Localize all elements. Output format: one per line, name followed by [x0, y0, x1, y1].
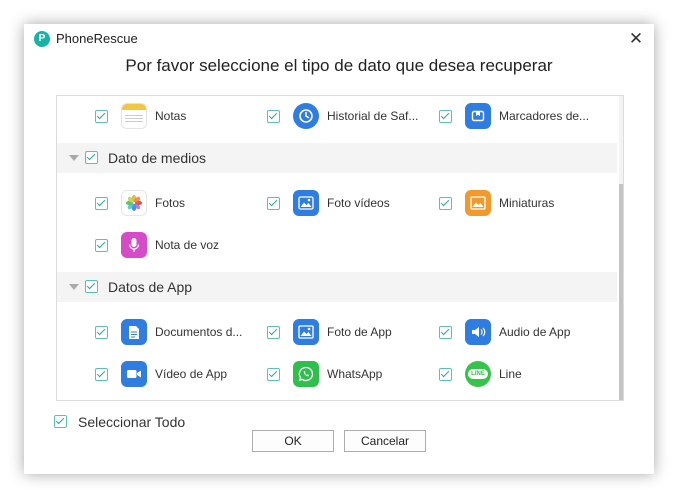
dialog-window: P PhoneRescue ✕ Por favor seleccione el …: [24, 24, 654, 474]
section-checkbox[interactable]: [85, 280, 98, 293]
item-audio-de-app[interactable]: Audio de App: [439, 314, 609, 350]
bookmarks-icon: [465, 103, 491, 129]
item-label: Vídeo de App: [155, 367, 228, 381]
phonerescue-logo-icon: P: [34, 31, 50, 47]
section-label: Datos de App: [108, 279, 193, 295]
item-fotos[interactable]: Fotos: [95, 185, 265, 221]
list-row: Vídeo de App WhatsApp LINE Line: [57, 356, 617, 392]
collapse-triangle-icon[interactable]: [69, 155, 79, 161]
marcadores-checkbox[interactable]: [439, 110, 452, 123]
item-notas[interactable]: Notas: [95, 98, 265, 134]
close-button[interactable]: ✕: [626, 29, 646, 49]
item-label: Notas: [155, 109, 187, 123]
whatsapp-checkbox[interactable]: [267, 368, 280, 381]
item-documentos[interactable]: Documentos d...: [95, 314, 265, 350]
foto-de-app-checkbox[interactable]: [267, 326, 280, 339]
data-type-list: Notas Historial de Saf... Marcadores de.…: [56, 95, 624, 401]
section-datos-de-app[interactable]: Datos de App: [57, 272, 617, 302]
item-label: Historial de Saf...: [327, 109, 419, 123]
item-label: Foto vídeos: [327, 196, 390, 210]
list-row: Fotos Foto vídeos Miniaturas: [57, 185, 617, 221]
historial-safari-checkbox[interactable]: [267, 110, 280, 123]
app-title: PhoneRescue: [56, 31, 138, 46]
video-de-app-checkbox[interactable]: [95, 368, 108, 381]
item-whatsapp[interactable]: WhatsApp: [267, 356, 437, 392]
list-row: Notas Historial de Saf... Marcadores de.…: [57, 98, 617, 134]
item-nota-de-voz[interactable]: Nota de voz: [95, 227, 265, 263]
nota-de-voz-checkbox[interactable]: [95, 239, 108, 252]
scrollbar-thumb[interactable]: [619, 184, 623, 400]
line-logo-text: LINE: [468, 369, 488, 379]
section-checkbox[interactable]: [85, 151, 98, 164]
line-icon: LINE: [465, 361, 491, 387]
cancel-button[interactable]: Cancelar: [344, 430, 426, 452]
item-label: Line: [499, 367, 522, 381]
list-row: Nota de voz: [57, 227, 617, 263]
notas-checkbox[interactable]: [95, 110, 108, 123]
select-all-checkbox[interactable]: [54, 415, 67, 428]
app-video-icon: [121, 361, 147, 387]
item-line[interactable]: LINE Line: [439, 356, 609, 392]
app-audio-icon: [465, 319, 491, 345]
item-label: Fotos: [155, 196, 186, 210]
documentos-checkbox[interactable]: [95, 326, 108, 339]
collapse-triangle-icon[interactable]: [69, 284, 79, 290]
section-label: Dato de medios: [108, 150, 207, 166]
item-foto-videos[interactable]: Foto vídeos: [267, 185, 437, 221]
audio-de-app-checkbox[interactable]: [439, 326, 452, 339]
item-historial-safari[interactable]: Historial de Saf...: [267, 98, 437, 134]
title-bar: P PhoneRescue ✕: [24, 24, 654, 54]
thumbnails-icon: [465, 190, 491, 216]
foto-videos-checkbox[interactable]: [267, 197, 280, 210]
dialog-heading: Por favor seleccione el tipo de dato que…: [125, 56, 553, 75]
item-label: Miniaturas: [499, 196, 555, 210]
item-label: WhatsApp: [327, 367, 383, 381]
select-all[interactable]: Seleccionar Todo: [54, 412, 214, 432]
item-foto-de-app[interactable]: Foto de App: [267, 314, 437, 350]
ok-button[interactable]: OK: [252, 430, 334, 452]
select-all-label: Seleccionar Todo: [78, 414, 186, 430]
item-label: Foto de App: [327, 325, 392, 339]
item-label: Documentos d...: [155, 325, 243, 339]
photo-videos-icon: [293, 190, 319, 216]
documents-icon: [121, 319, 147, 345]
notes-icon: [121, 103, 147, 129]
app-photo-icon: [293, 319, 319, 345]
voice-memo-icon: [121, 232, 147, 258]
line-checkbox[interactable]: [439, 368, 452, 381]
item-video-de-app[interactable]: Vídeo de App: [95, 356, 265, 392]
miniaturas-checkbox[interactable]: [439, 197, 452, 210]
item-marcadores[interactable]: Marcadores de...: [439, 98, 609, 134]
safari-history-icon: [293, 103, 319, 129]
item-miniaturas[interactable]: Miniaturas: [439, 185, 609, 221]
list-row: Documentos d... Foto de App Audio de App: [57, 314, 617, 350]
section-dato-de-medios[interactable]: Dato de medios: [57, 143, 617, 173]
fotos-checkbox[interactable]: [95, 197, 108, 210]
item-label: Audio de App: [499, 325, 571, 339]
item-label: Nota de voz: [155, 238, 220, 252]
whatsapp-icon: [293, 361, 319, 387]
item-label: Marcadores de...: [499, 109, 590, 123]
photos-icon: [121, 190, 147, 216]
